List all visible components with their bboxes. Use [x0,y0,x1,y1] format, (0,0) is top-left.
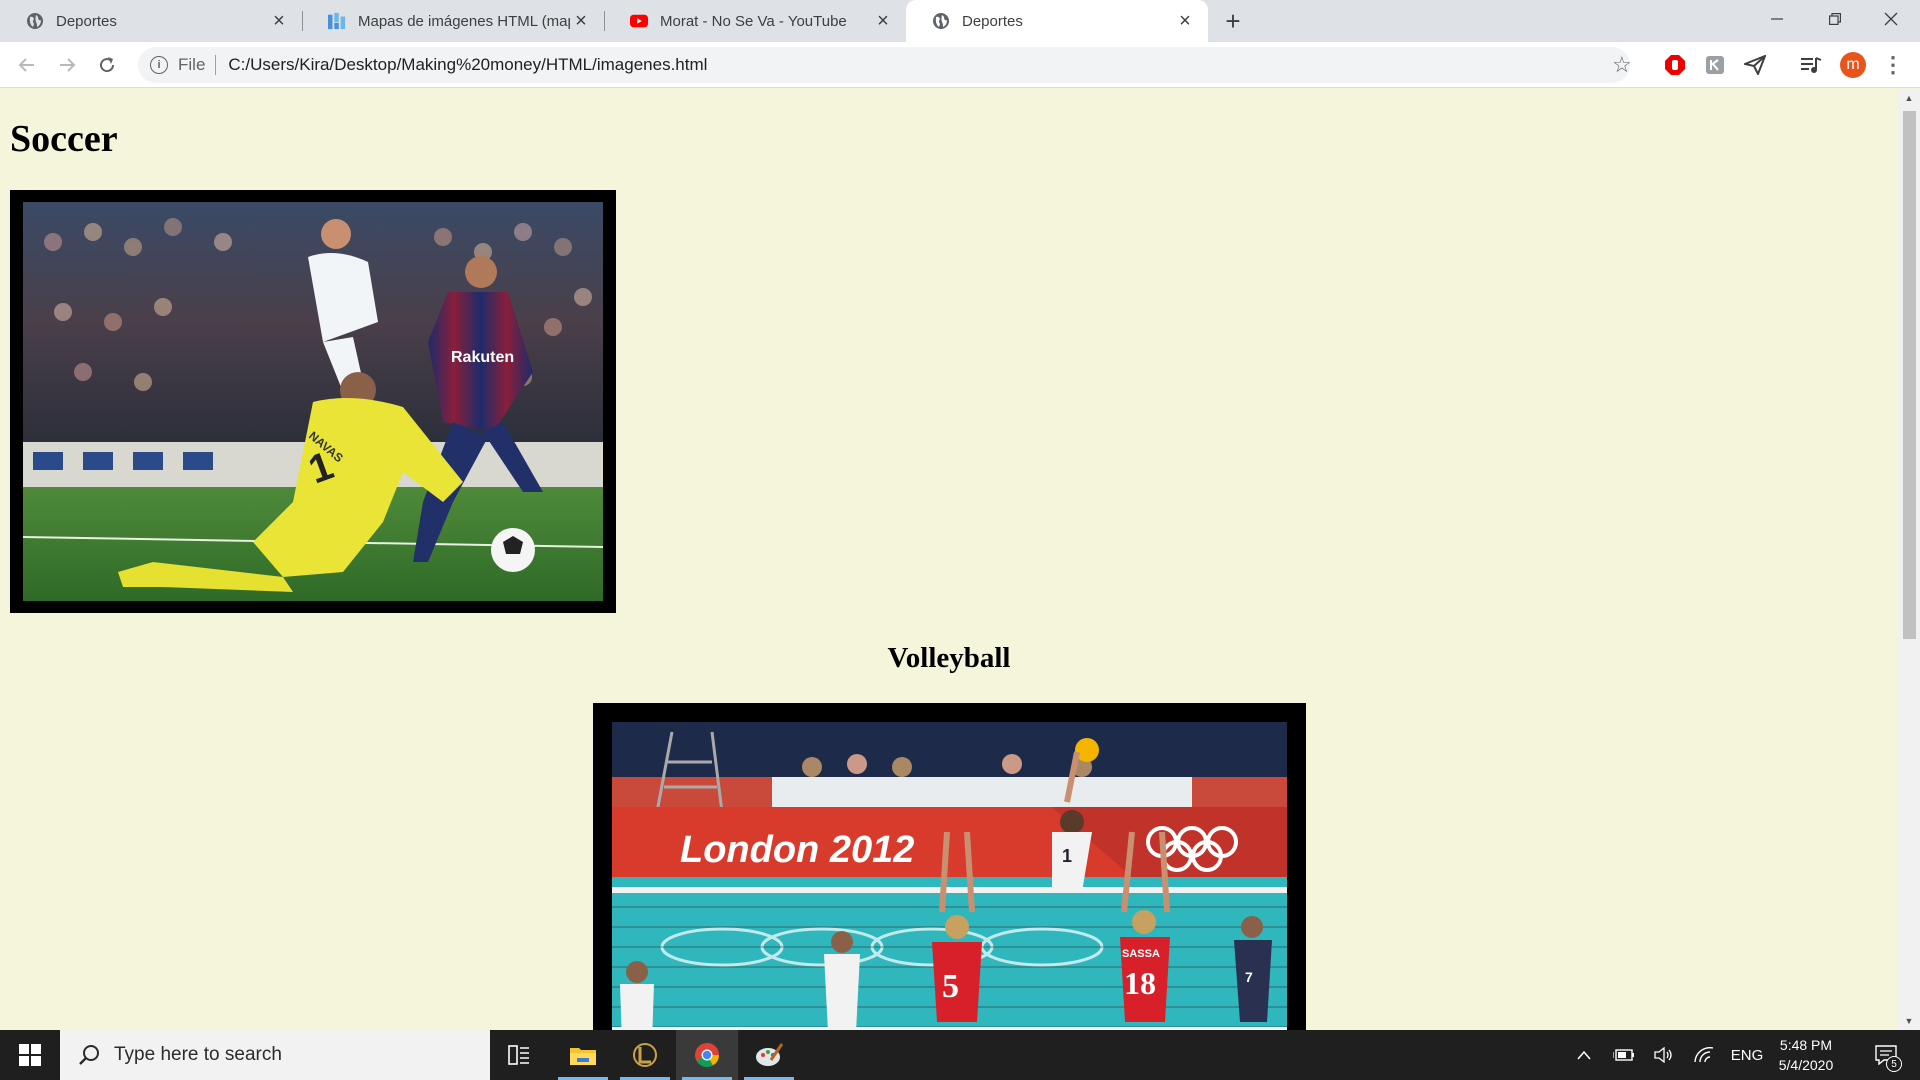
rakuten-sponsor-text: Rakuten [451,349,514,366]
battery-icon[interactable] [1610,1030,1638,1080]
tab-deportes-1[interactable]: Deportes × [0,0,302,42]
start-button[interactable] [0,1030,60,1080]
notification-count-badge: 5 [1886,1056,1902,1072]
back-icon[interactable] [11,49,43,81]
new-tab-button[interactable]: + [1218,6,1248,36]
profile-avatar[interactable]: m [1840,52,1866,78]
paint-icon[interactable] [738,1030,800,1080]
close-tab-icon[interactable]: × [268,10,290,32]
more-menu-icon[interactable]: ⋮ [1882,52,1904,78]
wifi-icon[interactable] [1690,1030,1718,1080]
restore-icon[interactable] [1806,0,1864,38]
soccer-heading: Soccer [10,118,118,160]
tab-title: Deportes [56,12,117,30]
page-scrollbar[interactable]: ▲ ▼ [1898,89,1920,1030]
site-icon [328,12,346,30]
globe-icon [26,12,44,30]
soccer-image-frame: Rakuten 1 NAVAS [10,190,616,613]
close-window-icon[interactable] [1862,0,1920,38]
taskbar-clock[interactable]: 5:48 PM 5/4/2020 [1768,1035,1844,1075]
london-banner-text: London 2012 [680,829,914,871]
send-extension-icon[interactable] [1742,52,1768,78]
browser-toolbar: i File C:/Users/Kira/Desktop/Making%20mo… [0,42,1920,88]
scroll-down-arrow-icon[interactable]: ▼ [1898,1012,1920,1030]
soccer-photo: Rakuten 1 NAVAS [23,202,603,601]
clock-date: 5/4/2020 [1778,1057,1834,1073]
scroll-thumb[interactable] [1903,111,1916,639]
back-player-number-text: 7 [1245,969,1253,985]
search-icon [79,1045,99,1065]
close-tab-icon[interactable]: × [1174,10,1196,32]
language-indicator[interactable]: ENG [1728,1030,1766,1080]
taskbar-search-box[interactable]: Type here to search [60,1030,490,1080]
media-queue-icon[interactable] [1798,52,1824,78]
search-placeholder: Type here to search [114,1044,282,1065]
address-bar[interactable]: i File C:/Users/Kira/Desktop/Making%20mo… [138,47,1630,83]
minimize-icon[interactable] [1748,0,1806,38]
action-center-button[interactable]: 5 [1862,1030,1910,1080]
globe-icon [932,12,950,30]
page-content: Soccer Rakuten 1 NAVAS Volleyball London… [0,89,1898,1030]
tab-deportes-active[interactable]: Deportes × [906,0,1208,42]
blocker-name-text: SASSA [1122,948,1160,960]
volleyball-heading: Volleyball [887,642,1011,674]
forward-icon[interactable] [51,49,83,81]
blocker-number-5-text: 5 [942,968,959,1005]
volleyball-photo: London 2012 1 5 SASSA 18 7 [612,722,1287,1030]
spiker-number-text: 1 [1062,846,1072,866]
youtube-icon [630,12,648,30]
url-scheme: File [178,55,206,74]
file-explorer-icon[interactable] [552,1030,614,1080]
site-info-icon[interactable]: i [150,56,168,74]
chrome-icon[interactable] [676,1030,738,1080]
tab-title: Mapas de imágenes HTML (map [358,12,570,30]
scheme-divider [215,55,217,75]
scroll-up-arrow-icon[interactable]: ▲ [1898,89,1920,107]
tab-youtube[interactable]: Morat - No Se Va - YouTube × [604,0,906,42]
clock-time: 5:48 PM [1779,1037,1833,1053]
task-view-icon[interactable] [488,1030,550,1080]
windows-taskbar: Type here to search ENG 5:48 PM 5/4/2020 [0,1030,1920,1080]
volume-icon[interactable] [1650,1030,1678,1080]
url-text[interactable]: C:/Users/Kira/Desktop/Making%20money/HTM… [228,55,707,75]
tab-mapas[interactable]: Mapas de imágenes HTML (map × [302,0,604,42]
close-tab-icon[interactable]: × [872,10,894,32]
volleyball-image-frame: London 2012 1 5 SASSA 18 7 [593,703,1306,1030]
reload-icon[interactable] [91,49,123,81]
extension-icon[interactable] [1702,52,1728,78]
league-client-icon[interactable] [614,1030,676,1080]
adblock-extension-icon[interactable] [1662,52,1688,78]
show-hidden-icons-icon[interactable] [1572,1030,1596,1080]
tab-title: Morat - No Se Va - YouTube [660,12,847,30]
tab-strip: Deportes × Mapas de imágenes HTML (map ×… [0,0,1920,42]
close-tab-icon[interactable]: × [570,10,592,32]
bookmark-star-icon[interactable]: ☆ [1612,52,1632,78]
blocker-number-18-text: 18 [1124,965,1156,1001]
windows-logo-icon [19,1044,41,1066]
tab-title: Deportes [962,12,1023,30]
